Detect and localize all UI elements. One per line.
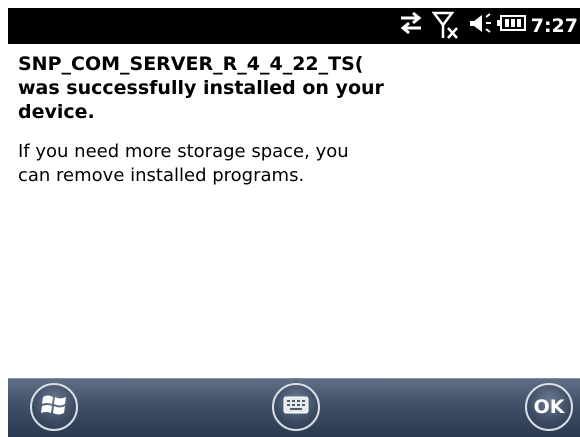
no-signal-icon[interactable]	[431, 8, 460, 46]
sync-arrows-icon[interactable]	[398, 8, 424, 42]
ok-button[interactable]: OK	[525, 383, 573, 431]
softkey-bar: OK	[8, 378, 580, 437]
storage-hint-text: If you need more storage space, you can …	[18, 141, 349, 186]
clock-time[interactable]: 7:27	[531, 11, 578, 41]
speaker-icon[interactable]	[466, 8, 492, 42]
battery-icon[interactable]	[496, 8, 528, 42]
start-button[interactable]	[30, 383, 78, 431]
windows-logo-icon	[40, 392, 68, 422]
install-success-title: SNP_COM_SERVER_R_4_4_22_TS( was successf…	[18, 53, 384, 123]
ok-label: OK	[533, 396, 565, 418]
keyboard-icon	[283, 396, 309, 418]
keyboard-button[interactable]	[272, 383, 320, 431]
status-bar: 7:27	[8, 8, 580, 44]
install-message: SNP_COM_SERVER_R_4_4_22_TS( was successf…	[18, 52, 400, 188]
